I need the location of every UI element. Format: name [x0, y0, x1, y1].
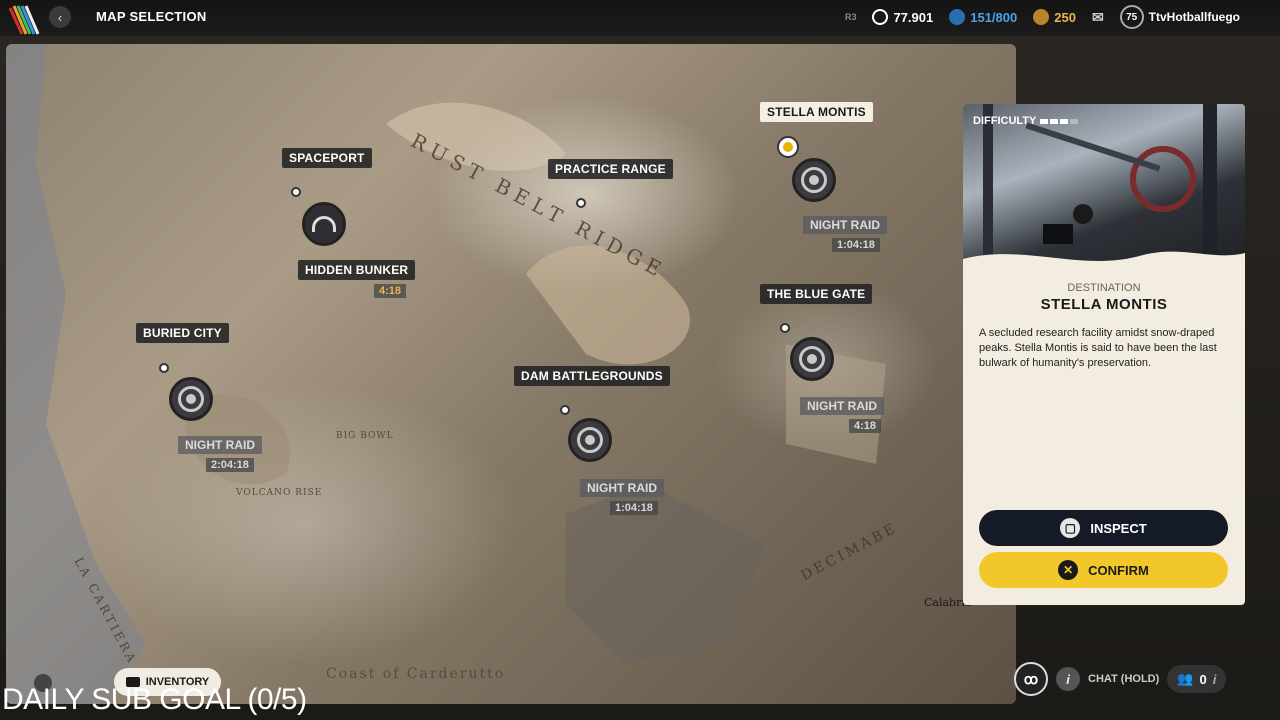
night-raid-icon[interactable] [568, 418, 612, 462]
destination-description: A secluded research facility amidst snow… [979, 327, 1217, 369]
night-raid-label: NIGHT RAID [803, 216, 887, 234]
inspect-label: INSPECT [1090, 520, 1147, 536]
info-icon: i [1212, 671, 1217, 687]
image-edge [963, 251, 1245, 279]
difficulty-label: DIFFICULTY [973, 115, 1037, 127]
username: TtvHotballfuego [1148, 10, 1240, 24]
info-icon[interactable]: i [1056, 667, 1080, 691]
coin-currency: 77.901 [872, 9, 933, 25]
coin-value: 77.901 [893, 9, 934, 25]
minor-label: VOLCANO RISE [236, 488, 323, 498]
page-title: MAP SELECTION [96, 9, 207, 24]
location-pin-spaceport[interactable] [291, 187, 301, 197]
token-value: 151/800 [970, 9, 1018, 25]
destination-panel: DIFFICULTY DESTINATION STELLA MONTIS A s… [963, 104, 1245, 605]
location-pin-practice-range[interactable] [576, 198, 586, 208]
map-terrain [6, 44, 886, 704]
location-label-stella-montis[interactable]: STELLA MONTIS [760, 102, 873, 122]
night-raid-icon[interactable] [169, 377, 213, 421]
square-button-icon: ▢ [1060, 518, 1081, 538]
bunker-icon[interactable] [302, 202, 346, 246]
night-raid-timer: 1:04:18 [832, 238, 880, 252]
minor-label: BIG BOWL [336, 431, 394, 441]
currency-bar: R3 77.901 151/800 250 ✉ 75 TtvHotballfue… [844, 5, 1240, 29]
gold-value: 250 [1054, 9, 1076, 25]
minor-label: Coast of Carderutto [326, 666, 506, 682]
world-map[interactable]: RUST BELT RIDGE DECIMABE LA CARTIERA BIG… [6, 44, 1016, 704]
difficulty-indicator: DIFFICULTY [973, 115, 1079, 127]
back-button[interactable]: ‹ [49, 6, 71, 28]
bunker-timer: 4:18 [374, 284, 407, 298]
game-logo [8, 5, 40, 35]
location-label-hidden-bunker[interactable]: HIDDEN BUNKER [298, 260, 416, 280]
party-count: 0 [1199, 671, 1207, 687]
destination-kicker: DESTINATION [1067, 282, 1141, 294]
daily-sub-goal-overlay: DAILY SUB GOAL (0/5) [2, 683, 307, 716]
night-raid-label: NIGHT RAID [800, 397, 884, 415]
emblem-icon[interactable]: ꝏ [1014, 662, 1048, 696]
location-label-buried-city[interactable]: BURIED CITY [136, 323, 229, 343]
profile[interactable]: 75 TtvHotballfuego [1119, 5, 1240, 29]
party-button[interactable]: 👥 0 i [1167, 665, 1227, 693]
night-raid-label: NIGHT RAID [580, 479, 664, 497]
location-pin-buried-city[interactable] [159, 363, 169, 373]
cross-button-icon: ✕ [1058, 560, 1079, 580]
location-pin-stella-montis-selected[interactable] [777, 136, 799, 158]
night-raid-timer: 2:04:18 [206, 458, 254, 472]
difficulty-bar [1050, 118, 1059, 124]
confirm-button[interactable]: ✕ CONFIRM [979, 552, 1228, 588]
gold-currency: 250 [1033, 9, 1076, 25]
location-pin-dam-battlegrounds[interactable] [560, 405, 570, 415]
chevron-left-icon: ‹ [57, 9, 63, 25]
inspect-button[interactable]: ▢ INSPECT [979, 510, 1228, 546]
night-raid-timer: 4:18 [849, 419, 882, 433]
night-raid-icon[interactable] [790, 337, 834, 381]
night-raid-icon[interactable] [792, 158, 836, 202]
location-label-dam-battlegrounds[interactable]: DAM BATTLEGROUNDS [514, 366, 670, 386]
night-raid-timer: 1:04:18 [610, 501, 658, 515]
confirm-label: CONFIRM [1088, 562, 1149, 578]
party-icon: 👥 [1177, 671, 1194, 686]
top-bar: ‹ MAP SELECTION R3 77.901 151/800 250 ✉ … [0, 0, 1280, 36]
location-pin-the-blue-gate[interactable] [780, 323, 790, 333]
difficulty-bars [1040, 118, 1079, 124]
location-label-practice-range[interactable]: PRACTICE RANGE [548, 159, 673, 179]
night-raid-label: NIGHT RAID [178, 436, 262, 454]
chat-label[interactable]: CHAT (HOLD) [1088, 673, 1159, 685]
small-tag: R3 [844, 12, 857, 22]
gold-icon [1033, 9, 1050, 25]
destination-name: STELLA MONTIS [1040, 296, 1168, 313]
mail-icon[interactable]: ✉ [1092, 9, 1104, 26]
difficulty-bar [1040, 118, 1049, 124]
location-label-the-blue-gate[interactable]: THE BLUE GATE [760, 284, 873, 304]
location-label-spaceport[interactable]: SPACEPORT [282, 148, 372, 168]
chat-area: ꝏ i CHAT (HOLD) 👥 0 i [1014, 662, 1227, 696]
difficulty-bar [1070, 118, 1079, 124]
token-currency: 151/800 [949, 9, 1017, 25]
difficulty-bar [1060, 118, 1069, 124]
token-icon [949, 9, 966, 25]
coin-icon [872, 9, 889, 25]
level-badge: 75 [1119, 5, 1144, 29]
